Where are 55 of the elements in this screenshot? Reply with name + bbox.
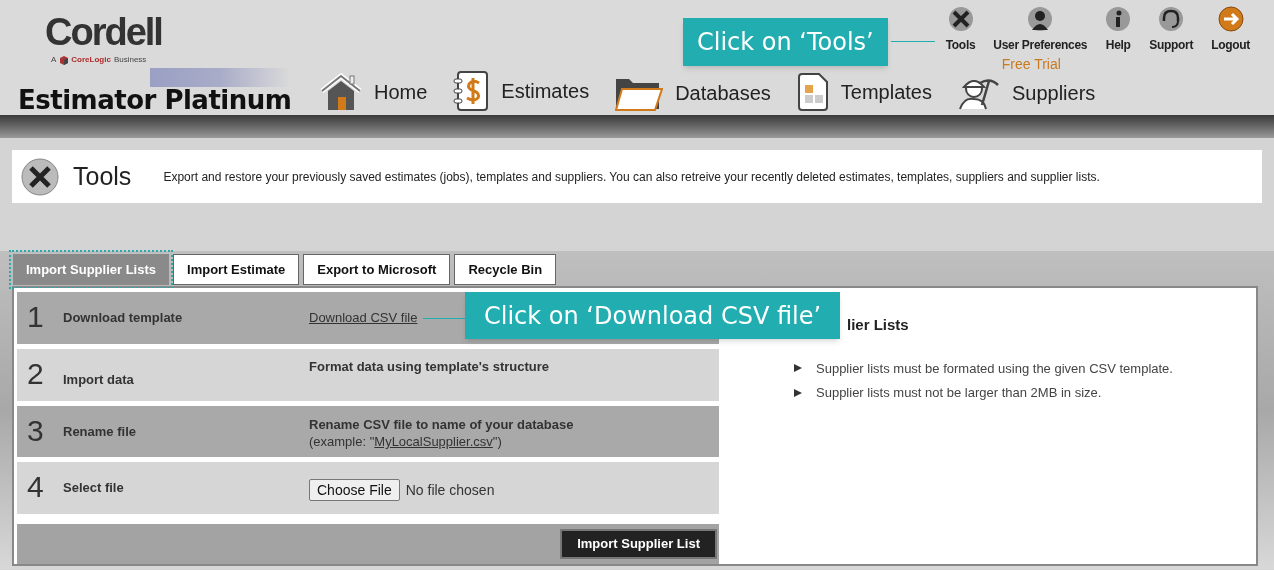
top-link[interactable]: Tools (945, 6, 976, 54)
account-status: Free Trial (1001, 55, 1061, 74)
tagline-text: Business (113, 54, 147, 66)
step-number: 4 (26, 472, 45, 506)
step-instruction: Format data using template's structure (309, 357, 550, 376)
nav-link[interactable]: Databases (615, 75, 771, 111)
page-title: Tools (73, 160, 132, 192)
step-instruction: Rename CSV file to name of your database (309, 415, 574, 434)
step-label: Rename file (62, 422, 137, 441)
tab[interactable]: Recycle Bin (454, 254, 557, 285)
step-label: Select file (62, 479, 125, 498)
page-description: Export and restore your previously saved estimates (jobs), templates and suppliers. You can also retreive your recently deleted estimates, templates, suppliers and supplier lists. (163, 168, 1100, 186)
tools-icon (947, 6, 974, 32)
step-number: 1 (26, 302, 45, 335)
bullet-arrow-icon (794, 388, 802, 397)
tools-icon (21, 157, 59, 196)
leader-line (423, 318, 465, 319)
top-link[interactable]: Logout (1211, 6, 1250, 54)
download-link[interactable]: Download CSV file (309, 308, 418, 328)
tutorial-callout: Click on ‘Download CSV file’ (465, 292, 841, 339)
step-number: 2 (26, 358, 45, 392)
top-link[interactable]: User Preferences (993, 6, 1088, 54)
step-label: Import data (62, 370, 135, 389)
cube-logo-icon (59, 55, 69, 65)
file-status: No file chosen (405, 480, 495, 500)
panel-heading: lier Lists (847, 315, 909, 335)
example-note: (example: "MyLocalSupplier.csv") (309, 434, 503, 450)
top-link[interactable]: Support (1149, 6, 1194, 54)
document-icon (796, 73, 829, 111)
tagline-text: A (51, 54, 57, 66)
tab[interactable]: Export to Microsoft (303, 254, 451, 285)
example-link[interactable]: MyLocalSupplier.csv (374, 434, 493, 450)
nav-link[interactable]: Templates (796, 73, 932, 111)
ledger-dollar-icon (453, 71, 490, 111)
tab[interactable]: Import Estimate (173, 254, 300, 285)
nav-link[interactable]: Suppliers (957, 75, 1096, 111)
bullet-arrow-icon (794, 364, 802, 373)
house-icon (320, 73, 362, 111)
import-button[interactable]: Import Supplier List (560, 529, 717, 560)
tagline-text: CoreLogic (71, 54, 111, 66)
tutorial-callout: Click on ‘Tools’ (683, 18, 888, 66)
choose-file-button[interactable]: Choose File (309, 479, 400, 502)
headset-icon (1158, 6, 1185, 32)
top-link[interactable]: Help (1105, 6, 1132, 54)
product-name: Estimator Platinum (18, 85, 293, 115)
step-label: Download template (62, 309, 184, 327)
brand-logo-text: Cordell (45, 12, 162, 52)
help-icon (1105, 6, 1132, 32)
step-number: 3 (26, 415, 45, 449)
leader-line (891, 41, 935, 42)
nav-link[interactable]: Home (320, 73, 428, 111)
user-icon (1027, 6, 1054, 32)
bullet-text: Supplier lists must be formated using the given CSV template. (816, 359, 1173, 378)
nav-link[interactable]: Estimates (453, 71, 590, 111)
bullet-text: Supplier lists must not be larger than 2MB in size. (816, 384, 1102, 402)
